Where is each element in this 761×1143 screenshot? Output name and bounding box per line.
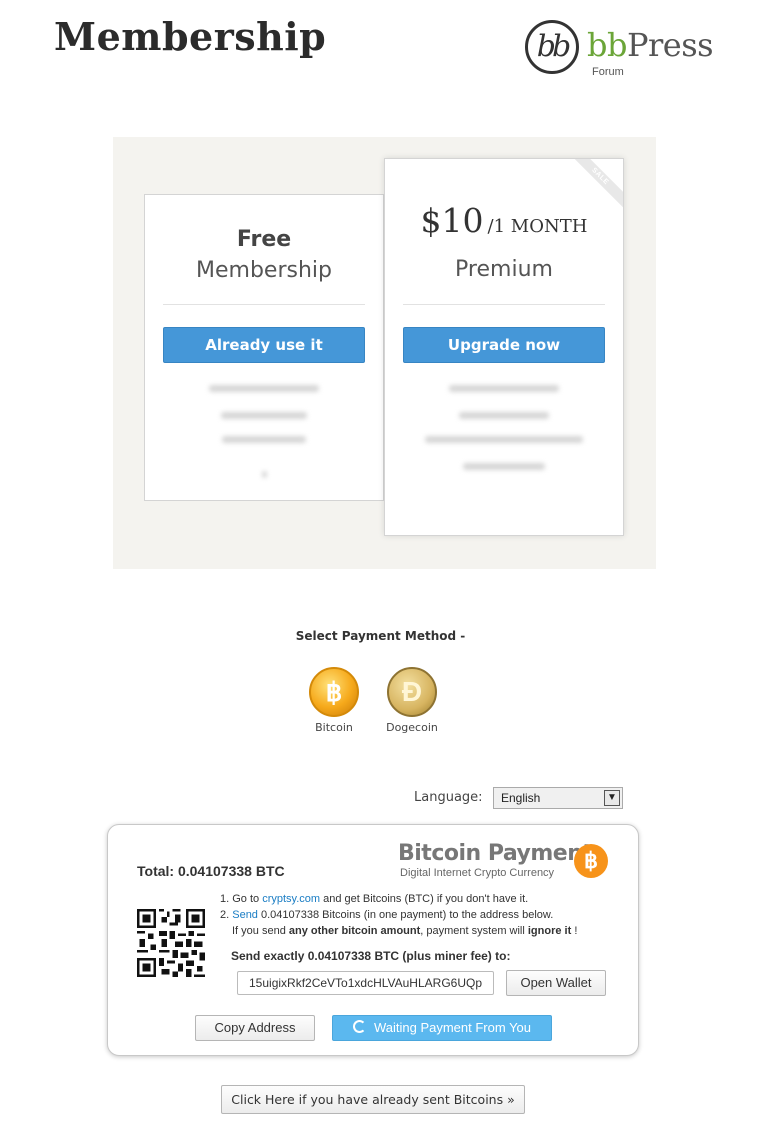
premium-plan-feature-blurred (449, 385, 559, 392)
free-plan-feature-blurred (221, 412, 307, 419)
premium-price-period: /1 MONTH (487, 216, 588, 237)
language-select[interactable]: English ▼ (493, 787, 623, 809)
free-plan-divider (163, 304, 365, 305)
dogecoin-option-label[interactable]: Dogecoin (372, 721, 452, 734)
total-amount: Total: 0.04107338 BTC (137, 863, 285, 879)
bitcoin-payment-box: Total: 0.04107338 BTC Bitcoin Payment Di… (107, 824, 639, 1056)
already-use-it-button[interactable]: Already use it (163, 327, 365, 363)
premium-plan-feature-blurred (425, 436, 583, 443)
cryptsy-link[interactable]: cryptsy.com (262, 893, 320, 905)
language-select-value: English (501, 791, 541, 805)
premium-plan-divider (403, 304, 605, 305)
already-sent-button[interactable]: Click Here if you have already sent Bitc… (221, 1085, 525, 1114)
bitcoin-payment-header: Bitcoin Payment (398, 841, 593, 866)
bitcoin-coin-icon[interactable]: ฿ (309, 667, 359, 717)
premium-price-amount: $10 (420, 201, 484, 240)
bitcoin-logo-icon: ฿ (574, 844, 608, 878)
page-title: Membership (54, 14, 327, 59)
premium-price: $10/1 MONTH (385, 201, 623, 240)
send-link[interactable]: Send (232, 909, 258, 921)
bitcoin-address-field[interactable]: 15uigixRkf2CeVTo1xdcHLVAuHLARG6UQp (237, 971, 494, 995)
language-label: Language: (414, 790, 483, 805)
amount-warning: If you send any other bitcoin amount, pa… (232, 925, 578, 937)
bitcoin-payment-subtitle: Digital Internet Crypto Currency (400, 867, 555, 879)
premium-plan-card: SALE $10/1 MONTH Premium Upgrade now (384, 158, 624, 536)
free-plan-feature-blurred (262, 471, 267, 478)
free-plan-card: Free Membership Already use it (144, 194, 384, 501)
premium-plan-feature-blurred (459, 412, 549, 419)
bbpress-logo-subtitle: Forum (592, 66, 624, 78)
free-plan-title: Free (236, 227, 292, 252)
bbpress-logo[interactable]: bb bbPress Forum (525, 20, 735, 80)
select-payment-method-label: Select Payment Method - (295, 629, 466, 643)
chevron-down-icon[interactable]: ▼ (604, 790, 620, 806)
bbpress-logo-text: bbPress (587, 26, 714, 64)
copy-address-button[interactable]: Copy Address (195, 1015, 315, 1041)
dogecoin-coin-icon[interactable]: Ð (387, 667, 437, 717)
bbpress-logo-icon: bb (525, 20, 579, 74)
waiting-payment-status: Waiting Payment From You (332, 1015, 552, 1041)
premium-plan-feature-blurred (463, 463, 545, 470)
qr-code-icon (137, 909, 205, 977)
instruction-step-2: 2. Send 0.04107338 Bitcoins (in one paym… (220, 909, 554, 921)
premium-plan-title: Premium (455, 257, 553, 282)
open-wallet-button[interactable]: Open Wallet (506, 970, 606, 996)
upgrade-now-button[interactable]: Upgrade now (403, 327, 605, 363)
free-plan-feature-blurred (222, 436, 306, 443)
loading-spinner-icon (352, 1020, 366, 1033)
instruction-step-1: 1. Go to cryptsy.com and get Bitcoins (B… (220, 893, 529, 905)
bitcoin-option-label[interactable]: Bitcoin (294, 721, 374, 734)
free-plan-feature-blurred (209, 385, 319, 392)
send-exact-amount: Send exactly 0.04107338 BTC (plus miner … (231, 949, 511, 963)
free-plan-subtitle: Membership (196, 258, 332, 283)
